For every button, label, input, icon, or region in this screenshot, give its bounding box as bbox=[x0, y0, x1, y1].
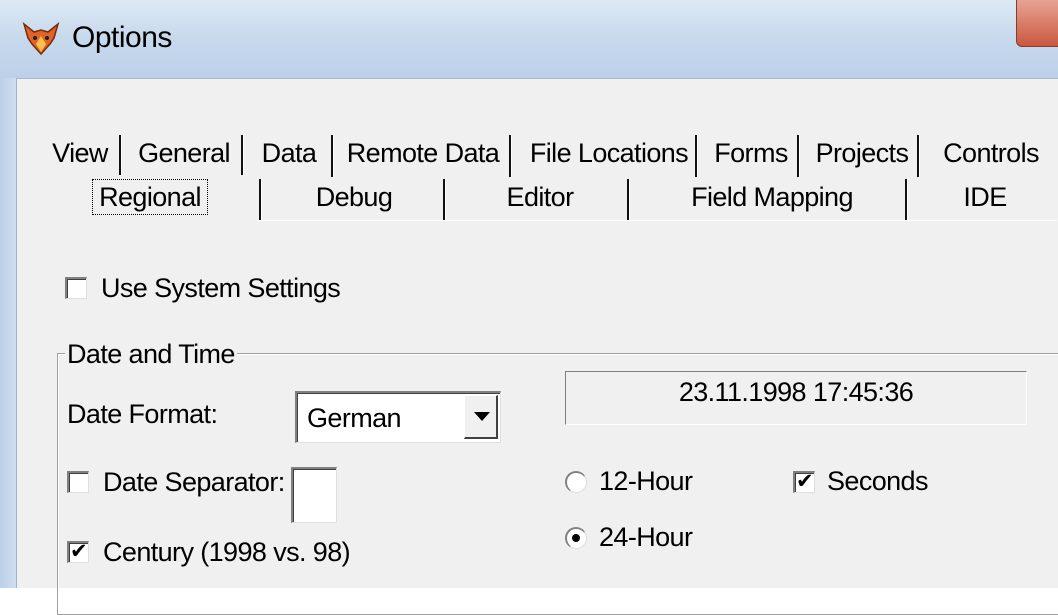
seconds-checkbox[interactable] bbox=[793, 468, 815, 494]
tab-debug[interactable]: Debug bbox=[273, 175, 435, 219]
tab-separator bbox=[443, 179, 446, 221]
window-frame-left bbox=[0, 78, 17, 588]
window-title: Options bbox=[72, 21, 172, 54]
date-separator-checkbox[interactable] bbox=[67, 471, 89, 493]
tab-forms[interactable]: Forms bbox=[707, 131, 795, 175]
tab-separator bbox=[627, 179, 630, 221]
tab-editor[interactable]: Editor bbox=[455, 175, 625, 219]
tab-data[interactable]: Data bbox=[253, 131, 325, 175]
date-separator-input[interactable] bbox=[291, 467, 337, 523]
tab-field-mapping[interactable]: Field Mapping bbox=[639, 175, 905, 219]
use-system-settings-checkbox[interactable] bbox=[65, 277, 87, 299]
century-checkbox[interactable] bbox=[67, 538, 89, 564]
tab-separator bbox=[119, 135, 122, 177]
tab-separator bbox=[509, 135, 512, 177]
tab-separator bbox=[905, 179, 908, 221]
date-format-label: Date Format: bbox=[67, 399, 218, 429]
close-button[interactable] bbox=[1016, 0, 1058, 47]
tab-ide[interactable]: IDE bbox=[917, 175, 1053, 219]
tab-projects[interactable]: Projects bbox=[809, 131, 915, 175]
chevron-down-icon[interactable] bbox=[464, 395, 498, 439]
tab-separator bbox=[259, 179, 262, 221]
tab-controls[interactable]: Controls bbox=[931, 131, 1051, 175]
date-time-group-title: Date and Time bbox=[65, 337, 237, 371]
hour-24-radio[interactable] bbox=[565, 527, 587, 549]
use-system-settings-label[interactable]: Use System Settings bbox=[101, 271, 341, 305]
tab-file-locations[interactable]: File Locations bbox=[521, 131, 697, 175]
options-dialog-body: View General Data Remote Data File Locat… bbox=[17, 79, 1058, 615]
date-format-value: German bbox=[307, 403, 402, 433]
tab-row-1: View General Data Remote Data File Locat… bbox=[17, 131, 1058, 177]
tab-general[interactable]: General bbox=[133, 131, 235, 175]
tab-separator bbox=[695, 135, 698, 177]
seconds-label[interactable]: Seconds bbox=[827, 464, 928, 498]
tab-separator bbox=[797, 135, 800, 177]
fox-icon bbox=[22, 22, 60, 56]
tab-baseline bbox=[257, 220, 1057, 221]
hour-12-label[interactable]: 12-Hour bbox=[599, 464, 693, 498]
tab-row-2: Regional Debug Editor Field Mapping IDE bbox=[17, 175, 1058, 221]
tab-separator bbox=[917, 135, 920, 177]
tab-view[interactable]: View bbox=[47, 131, 113, 175]
date-format-combobox[interactable]: German bbox=[295, 391, 501, 443]
hour-12-radio[interactable] bbox=[565, 471, 587, 493]
tab-separator bbox=[331, 135, 334, 177]
datetime-preview: 23.11.1998 17:45:36 bbox=[565, 371, 1027, 425]
title-bar[interactable]: Options bbox=[0, 0, 1058, 79]
tab-remote-data[interactable]: Remote Data bbox=[343, 131, 503, 175]
hour-24-label[interactable]: 24-Hour bbox=[599, 520, 693, 554]
tab-separator bbox=[241, 135, 244, 177]
century-label[interactable]: Century (1998 vs. 98) bbox=[103, 535, 351, 569]
tab-regional[interactable]: Regional bbox=[45, 175, 255, 219]
date-separator-label[interactable]: Date Separator: bbox=[103, 465, 285, 499]
